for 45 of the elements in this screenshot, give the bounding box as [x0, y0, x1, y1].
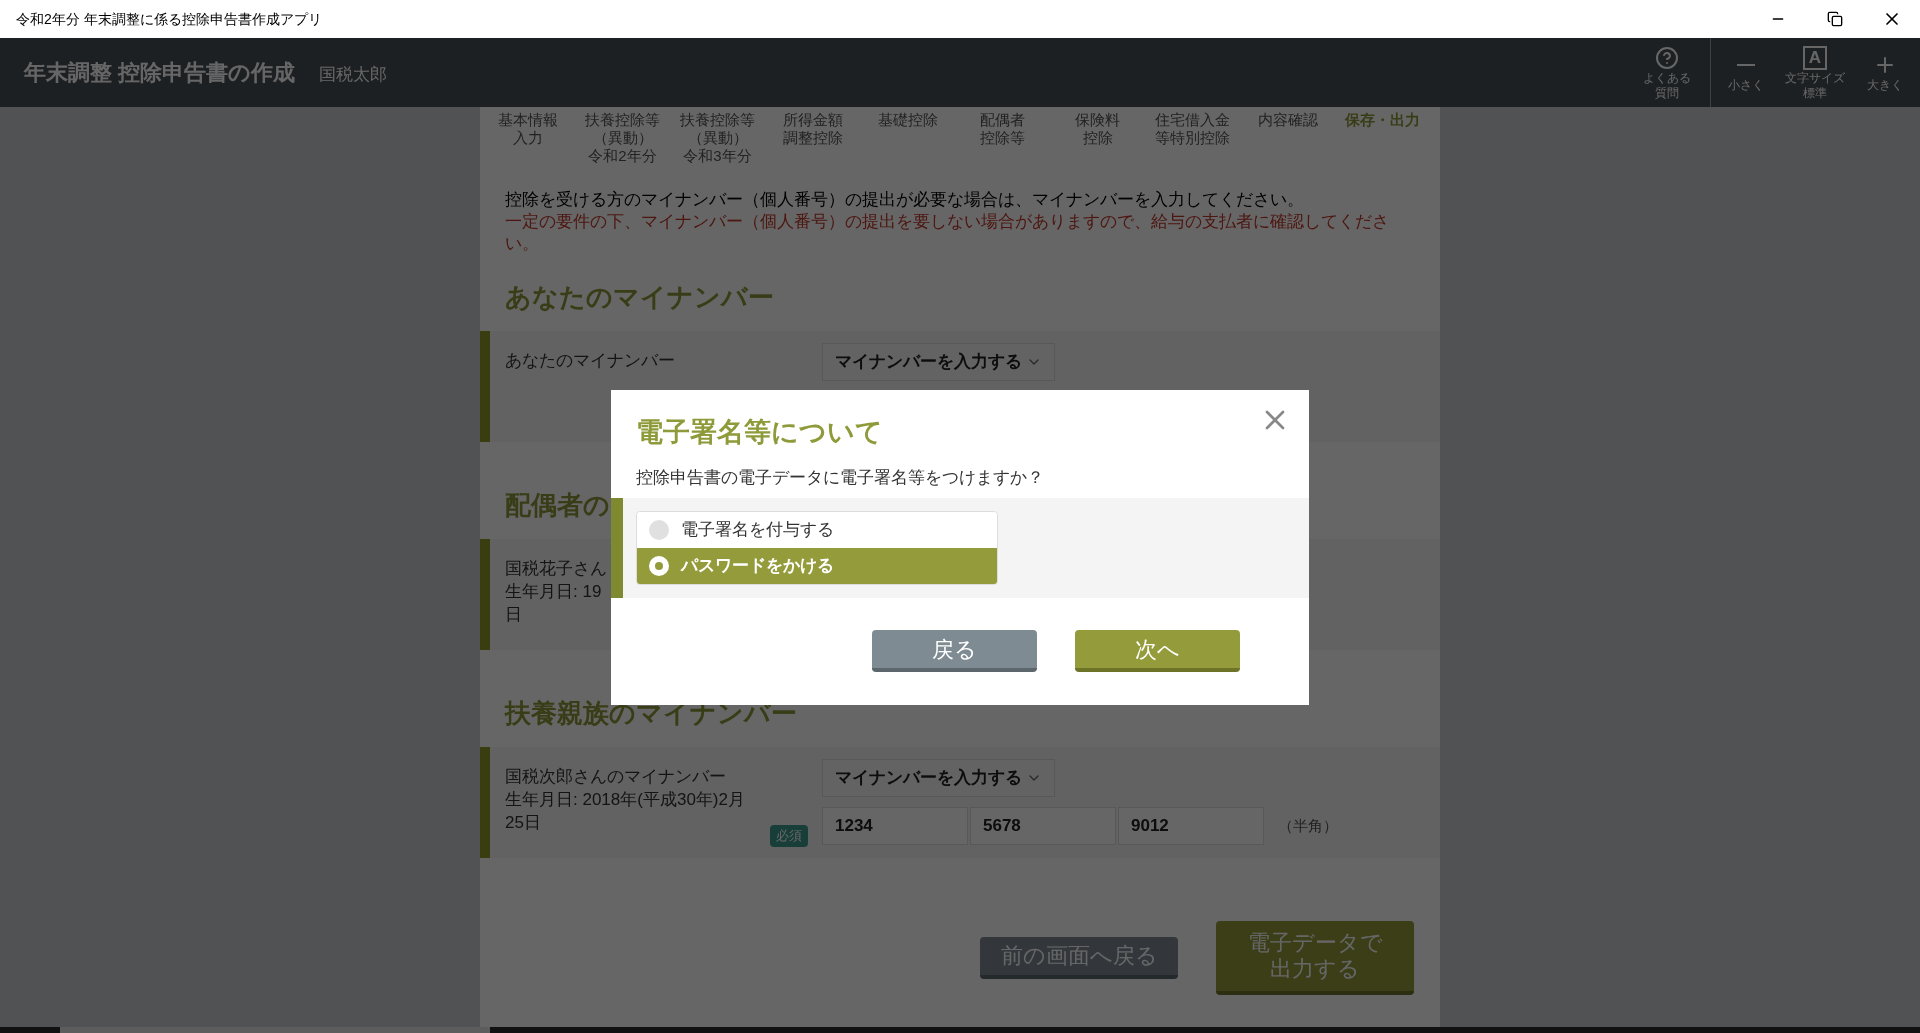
step-tab[interactable]: 基本情報 入力	[480, 111, 575, 165]
step-tab[interactable]: 所得金額 調整控除	[765, 111, 860, 165]
step-tab[interactable]: 扶養控除等 （異動） 令和2年分	[575, 111, 670, 165]
font-size-icon: A	[1803, 45, 1827, 70]
field-label: 生年月日: 2018年(平成30年)2月	[505, 789, 745, 811]
required-badge: 必須	[770, 825, 808, 847]
radio-icon	[649, 556, 669, 576]
dialog-question: 控除申告書の電子データに電子署名等をつけますか？	[636, 466, 1044, 489]
field-label: 25日	[505, 812, 541, 834]
app-title: 年末調整 控除申告書の作成	[24, 59, 296, 87]
radio-icon	[649, 520, 669, 540]
user-name: 国税太郎	[319, 64, 388, 86]
radio-option[interactable]: パスワードをかける	[637, 548, 997, 584]
dialog-button[interactable]: 戻る	[872, 630, 1037, 672]
section-heading: あなたのマイナンバー	[505, 280, 774, 314]
step-tab[interactable]: 住宅借入金 等特別控除	[1145, 111, 1240, 165]
number-input[interactable]: 1234	[822, 807, 968, 845]
field-label: 日	[505, 604, 522, 626]
help-icon	[1655, 45, 1679, 70]
step-tab[interactable]: 内容確認	[1240, 111, 1335, 165]
field-label: 生年月日: 19	[505, 581, 602, 603]
dialog-button[interactable]: 次へ	[1075, 630, 1240, 672]
step-tab[interactable]: 保険料 控除	[1050, 111, 1145, 165]
minus-icon	[1736, 64, 1755, 66]
unit-note: （半角）	[1278, 815, 1338, 836]
field-label: 国税次郎さんのマイナンバー	[505, 766, 726, 788]
footer-button[interactable]: 電子データで 出力する	[1216, 921, 1414, 995]
mynumber-select[interactable]: マイナンバーを入力する	[822, 343, 1055, 381]
field-label: あなたのマイナンバー	[505, 350, 675, 372]
step-tab[interactable]: 保存・出力	[1335, 111, 1430, 165]
field-label: 国税花子さん	[505, 558, 607, 580]
notice-text: 一定の要件の下、マイナンバー（個人番号）の提出を要しない場合がありますので、給与の支払者に確認してください。	[505, 211, 1390, 255]
step-tab[interactable]: 配偶者 控除等	[955, 111, 1050, 165]
step-tab[interactable]: 基礎控除	[860, 111, 955, 165]
window-title: 令和2年分 年末調整に係る控除申告書作成アプリ	[16, 9, 322, 29]
mynumber-select[interactable]: マイナンバーを入力する	[822, 759, 1055, 797]
intro-text: 控除を受ける方のマイナンバー（個人番号）の提出が必要な場合は、マイナンバーを入力してください。	[505, 189, 1305, 211]
toolbar-button[interactable]: 大きく	[1850, 38, 1920, 107]
step-tab[interactable]: 扶養控除等 （異動） 令和3年分	[670, 111, 765, 165]
number-input[interactable]: 9012	[1118, 807, 1264, 845]
number-input[interactable]: 5678	[970, 807, 1116, 845]
toolbar-button[interactable]: よくある 質問	[1632, 38, 1702, 107]
section-heading: 配偶者の	[505, 489, 610, 522]
radio-option[interactable]: 電子署名を付与する	[637, 512, 997, 548]
dialog-title: 電子署名等について	[636, 416, 883, 449]
